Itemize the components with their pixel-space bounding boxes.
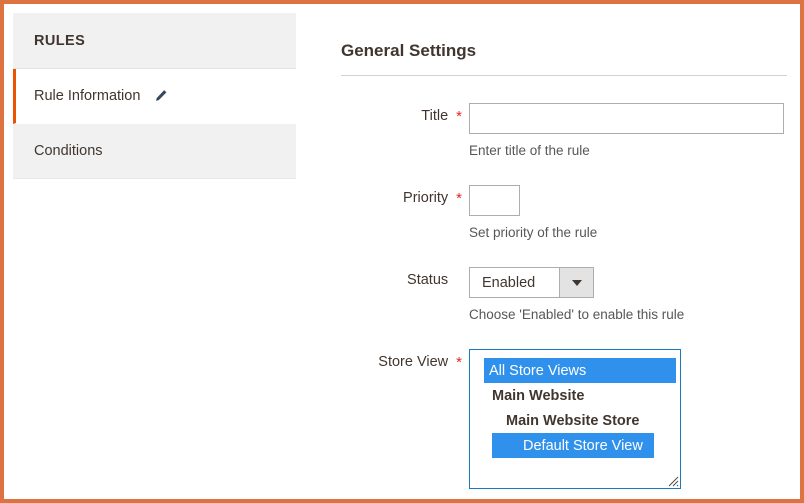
field-row-priority: Priority * Set priority of the rule xyxy=(341,185,790,240)
title-input[interactable] xyxy=(469,103,784,134)
sidebar-item-rule-information[interactable]: Rule Information xyxy=(13,69,296,124)
field-label-wrap: Priority * xyxy=(341,185,462,206)
status-note: Choose 'Enabled' to enable this rule xyxy=(469,307,684,322)
app-window-frame: RULES Rule Information Conditions Genera… xyxy=(0,0,804,503)
title-note: Enter title of the rule xyxy=(469,143,784,158)
field-row-title: Title * Enter title of the rule xyxy=(341,103,790,158)
store-view-option-main-website[interactable]: Main Website xyxy=(470,383,680,408)
sidebar: RULES Rule Information Conditions xyxy=(13,13,296,179)
sidebar-header: RULES xyxy=(13,13,296,69)
status-select-arrow[interactable] xyxy=(559,268,593,297)
sidebar-item-conditions[interactable]: Conditions xyxy=(13,124,296,179)
status-select[interactable]: Enabled xyxy=(469,267,594,298)
page-canvas: RULES Rule Information Conditions Genera… xyxy=(4,4,800,499)
title-label: Title xyxy=(421,108,448,124)
priority-label: Priority xyxy=(403,190,448,206)
chevron-down-icon xyxy=(572,280,582,286)
pencil-icon[interactable] xyxy=(154,89,168,103)
main-content: General Settings Title * Enter title of … xyxy=(341,13,790,489)
store-view-option-default-store-view[interactable]: Default Store View xyxy=(492,433,654,458)
priority-input[interactable] xyxy=(469,185,520,216)
field-control: All Store Views Main Website Main Websit… xyxy=(469,349,681,489)
section-divider xyxy=(341,75,787,76)
status-select-value: Enabled xyxy=(470,268,559,297)
page-title: General Settings xyxy=(341,13,790,75)
field-row-status: Status * Enabled Choose 'Enabled' to ena… xyxy=(341,267,790,322)
status-label: Status xyxy=(407,272,448,288)
required-indicator: * xyxy=(456,191,462,206)
required-indicator: * xyxy=(456,109,462,124)
store-view-option-main-website-store[interactable]: Main Website Store xyxy=(470,408,680,433)
field-label-wrap: Store View * xyxy=(341,349,462,370)
field-control: Enabled Choose 'Enabled' to enable this … xyxy=(469,267,684,322)
required-indicator: * xyxy=(456,355,462,370)
resize-handle-icon[interactable] xyxy=(666,474,679,487)
sidebar-header-title: RULES xyxy=(34,33,85,49)
sidebar-item-label: Conditions xyxy=(34,143,103,159)
store-view-label: Store View xyxy=(378,354,448,370)
sidebar-item-label: Rule Information xyxy=(34,88,140,104)
field-row-store-view: Store View * All Store Views Main Websit… xyxy=(341,349,790,489)
field-label-wrap: Title * xyxy=(341,103,462,124)
field-label-wrap: Status * xyxy=(341,267,462,288)
priority-note: Set priority of the rule xyxy=(469,225,597,240)
store-view-option-all-store-views[interactable]: All Store Views xyxy=(484,358,676,383)
field-control: Enter title of the rule xyxy=(469,103,784,158)
field-control: Set priority of the rule xyxy=(469,185,597,240)
store-view-multiselect[interactable]: All Store Views Main Website Main Websit… xyxy=(469,349,681,489)
